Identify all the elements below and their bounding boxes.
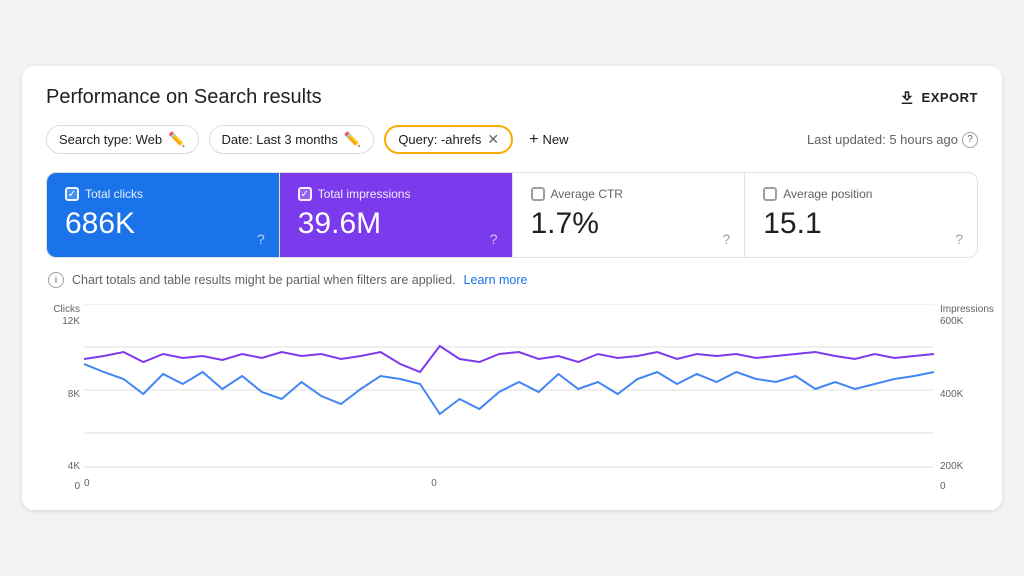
edit-date-icon: ✏️ xyxy=(344,131,361,148)
date-filter[interactable]: Date: Last 3 months ✏️ xyxy=(209,125,375,154)
metric-header-ctr: Average CTR xyxy=(531,187,727,201)
close-query-icon[interactable]: ✕ xyxy=(487,131,499,148)
help-icon-clicks[interactable]: ? xyxy=(257,231,265,247)
export-button[interactable]: EXPORT xyxy=(898,89,978,107)
metric-label-clicks: Total clicks xyxy=(85,187,143,201)
new-filter-label: New xyxy=(542,132,568,147)
learn-more-link[interactable]: Learn more xyxy=(464,273,528,287)
last-updated: Last updated: 5 hours ago ? xyxy=(807,132,978,148)
search-type-label: Search type: Web xyxy=(59,132,162,147)
y-label-400k: 400K xyxy=(940,390,978,400)
plus-icon: + xyxy=(529,131,538,149)
metric-label-impressions: Total impressions xyxy=(318,187,411,201)
query-filter[interactable]: Query: -ahrefs ✕ xyxy=(384,125,513,154)
chart-area: Clicks 12K 8K 4K 0 xyxy=(46,300,978,494)
header-row: Performance on Search results EXPORT xyxy=(46,86,978,109)
search-type-filter[interactable]: Search type: Web ✏️ xyxy=(46,125,199,154)
metric-label-position: Average position xyxy=(783,187,872,201)
help-icon-position[interactable]: ? xyxy=(955,231,963,247)
y-label-8k: 8K xyxy=(46,390,80,400)
info-bar: i Chart totals and table results might b… xyxy=(46,272,978,288)
info-text: Chart totals and table results might be … xyxy=(72,273,456,287)
metric-value-ctr: 1.7% xyxy=(531,209,727,239)
clicks-line xyxy=(84,364,934,414)
info-icon: i xyxy=(48,272,64,288)
chart-svg xyxy=(84,304,934,476)
date-label: Date: Last 3 months xyxy=(222,132,338,147)
help-circle-icon[interactable]: ? xyxy=(962,132,978,148)
metric-value-clicks: 686K xyxy=(65,209,261,239)
chart-left-axis-title: Clicks xyxy=(46,304,80,315)
query-label: Query: -ahrefs xyxy=(398,132,481,147)
metric-card-ctr[interactable]: Average CTR 1.7% ? xyxy=(513,173,746,257)
page-title: Performance on Search results xyxy=(46,86,322,109)
y-label-600k: 600K xyxy=(940,317,978,327)
y-label-200k: 200K xyxy=(940,462,978,472)
chart-right-axis-title: Impressions xyxy=(940,304,978,315)
metric-card-total-impressions[interactable]: ✓ Total impressions 39.6M ? xyxy=(280,173,513,257)
export-icon xyxy=(898,89,916,107)
checkbox-impressions[interactable]: ✓ xyxy=(298,187,312,201)
main-container: Performance on Search results EXPORT Sea… xyxy=(22,66,1002,510)
y-label-0-right: 0 xyxy=(940,481,946,492)
metric-header-position: Average position xyxy=(763,187,959,201)
checkbox-ctr[interactable] xyxy=(531,187,545,201)
metric-label-ctr: Average CTR xyxy=(551,187,623,201)
metric-card-total-clicks[interactable]: ✓ Total clicks 686K ? xyxy=(47,173,280,257)
export-label: EXPORT xyxy=(922,90,978,105)
x-axis-zero: 0 0 xyxy=(84,478,934,489)
edit-search-type-icon: ✏️ xyxy=(168,131,185,148)
y-label-12k: 12K xyxy=(46,317,80,327)
metric-value-position: 15.1 xyxy=(763,209,959,239)
help-icon-impressions[interactable]: ? xyxy=(490,231,498,247)
metrics-row: ✓ Total clicks 686K ? ✓ Total impression… xyxy=(46,172,978,258)
last-updated-text: Last updated: 5 hours ago xyxy=(807,132,958,147)
filters-row: Search type: Web ✏️ Date: Last 3 months … xyxy=(46,125,978,154)
impressions-line xyxy=(84,346,934,372)
metric-header-clicks: ✓ Total clicks xyxy=(65,187,261,201)
new-filter-button[interactable]: + New xyxy=(523,127,574,153)
checkbox-position[interactable] xyxy=(763,187,777,201)
y-label-4k: 4K xyxy=(46,462,80,472)
metric-header-impressions: ✓ Total impressions xyxy=(298,187,494,201)
y-label-0-left: 0 xyxy=(74,481,80,492)
checkbox-clicks[interactable]: ✓ xyxy=(65,187,79,201)
metric-card-position[interactable]: Average position 15.1 ? xyxy=(745,173,977,257)
metric-value-impressions: 39.6M xyxy=(298,209,494,239)
help-icon-ctr[interactable]: ? xyxy=(722,231,730,247)
